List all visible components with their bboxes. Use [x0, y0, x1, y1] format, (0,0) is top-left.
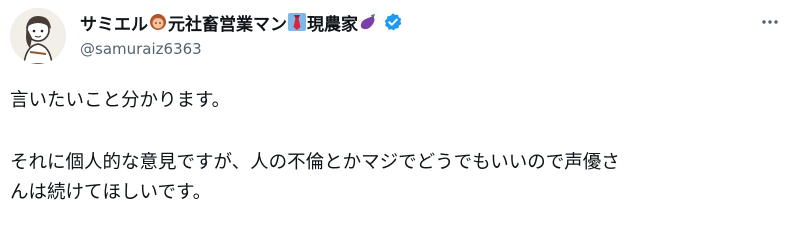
necktie-icon	[288, 13, 306, 31]
eggplant-icon	[359, 13, 377, 31]
author-name-part-2[interactable]: 元社畜営業マン	[168, 10, 287, 35]
tweet-text-line-3: んは続けてほしいです。	[10, 182, 212, 203]
tweet-card: サミエル 元社畜営業マン 現農家 @samuraiz6363 言いたいこと分かり…	[0, 0, 800, 240]
tweet-header: サミエル 元社畜営業マン 現農家 @samuraiz6363	[80, 10, 740, 58]
woman-face-icon	[149, 13, 167, 31]
tweet-text: 言いたいこと分かります。 それに個人的な意見ですが、人の不倫とかマジでどうでもい…	[10, 86, 786, 208]
avatar[interactable]	[10, 8, 66, 64]
tweet-text-line-2: それに個人的な意見ですが、人の不倫とかマジでどうでもいいので声優さ	[10, 152, 620, 173]
author-handle[interactable]: @samuraiz6363	[80, 40, 740, 58]
tweet-text-line-1: 言いたいこと分かります。	[10, 90, 231, 111]
author-name-row[interactable]: サミエル 元社畜営業マン 現農家	[80, 10, 740, 35]
author-name-part-3[interactable]: 現農家	[307, 10, 358, 35]
author-name-part-1[interactable]: サミエル	[80, 10, 148, 35]
verified-badge-icon[interactable]	[383, 12, 403, 32]
more-options-icon[interactable]	[754, 6, 786, 38]
